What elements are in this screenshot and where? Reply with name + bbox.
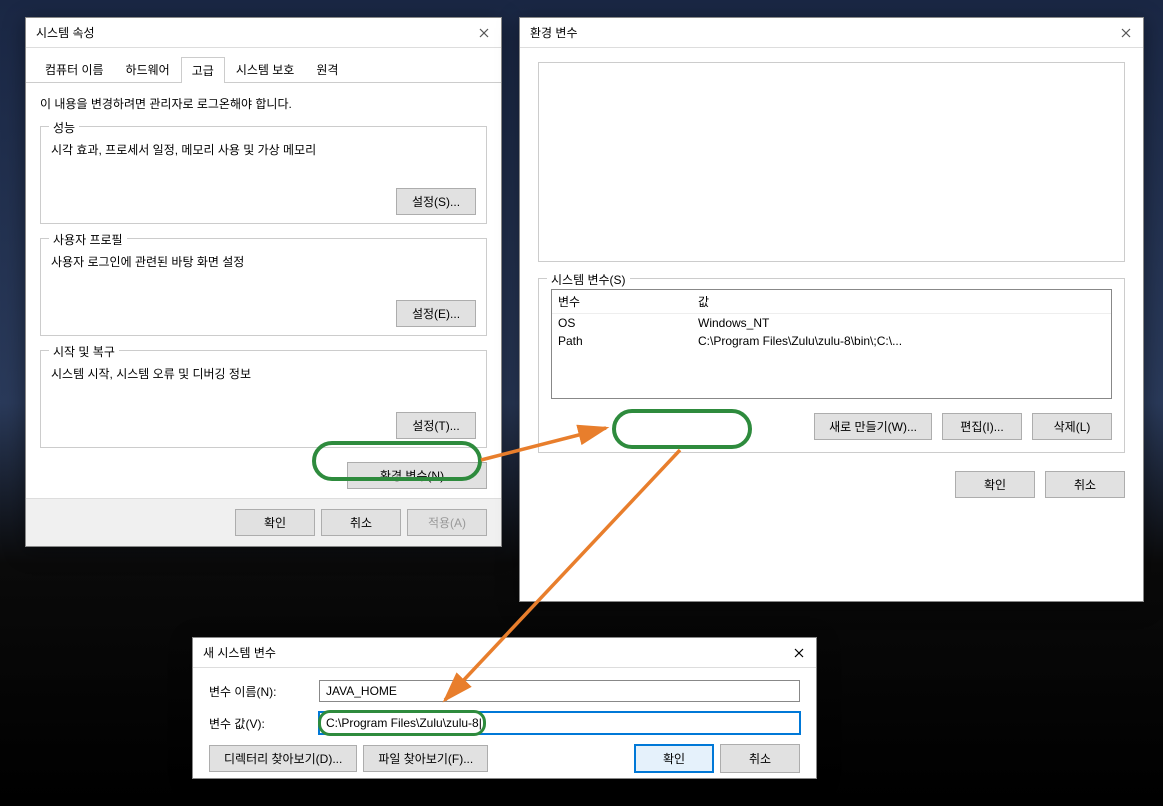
cancel-button[interactable]: 취소 [321, 509, 401, 536]
tab-remote[interactable]: 원격 [305, 56, 349, 82]
close-icon[interactable] [790, 644, 808, 662]
envvars-content: 시스템 변수(S) 변수 값 OS Windows_NT Path C:\Pro… [520, 48, 1143, 512]
window-title: 시스템 속성 [36, 24, 95, 41]
col-variable: 변수 [552, 290, 692, 313]
variable-name-row: 변수 이름(N): [209, 680, 800, 702]
startup-group: 시작 및 복구 시스템 시작, 시스템 오류 및 디버깅 정보 설정(T)... [40, 350, 487, 448]
ok-button[interactable]: 확인 [634, 744, 714, 773]
tab-content: 이 내용을 변경하려면 관리자로 로그온해야 합니다. 성능 시각 효과, 프로… [26, 83, 501, 501]
performance-settings-button[interactable]: 설정(S)... [396, 188, 476, 215]
new-system-variable-window: 새 시스템 변수 변수 이름(N): 변수 값(V): 디렉터리 찾아보기(D)… [192, 637, 817, 779]
variable-value-label: 변수 값(V): [209, 715, 319, 732]
new-variable-button[interactable]: 새로 만들기(W)... [814, 413, 932, 440]
system-properties-window: 시스템 속성 컴퓨터 이름 하드웨어 고급 시스템 보호 원격 이 내용을 변경… [25, 17, 502, 547]
system-variables-label: 시스템 변수(S) [547, 271, 630, 288]
dialog-footer: 확인 취소 적용(A) [26, 498, 501, 546]
cell-val: Windows_NT [692, 314, 1111, 332]
cell-var: Path [552, 332, 692, 350]
cell-var: OS [552, 314, 692, 332]
profiles-desc: 사용자 로그인에 관련된 바탕 화면 설정 [51, 253, 476, 270]
environment-variables-button[interactable]: 환경 변수(N)... [347, 462, 487, 489]
titlebar: 새 시스템 변수 [193, 638, 816, 668]
titlebar: 환경 변수 [520, 18, 1143, 48]
performance-group: 성능 시각 효과, 프로세서 일정, 메모리 사용 및 가상 메모리 설정(S)… [40, 126, 487, 224]
variable-name-label: 변수 이름(N): [209, 683, 319, 700]
variable-value-input[interactable] [319, 712, 800, 734]
profiles-label: 사용자 프로필 [49, 231, 127, 248]
apply-button[interactable]: 적용(A) [407, 509, 487, 536]
variable-name-input[interactable] [319, 680, 800, 702]
cancel-button[interactable]: 취소 [720, 744, 800, 773]
performance-label: 성능 [49, 119, 79, 136]
ok-button[interactable]: 확인 [955, 471, 1035, 498]
startup-settings-button[interactable]: 설정(T)... [396, 412, 476, 439]
startup-desc: 시스템 시작, 시스템 오류 및 디버깅 정보 [51, 365, 476, 382]
col-value: 값 [692, 290, 1111, 313]
system-variables-group: 시스템 변수(S) 변수 값 OS Windows_NT Path C:\Pro… [538, 278, 1125, 453]
variable-value-row: 변수 값(V): [209, 712, 800, 734]
list-header: 변수 값 [552, 290, 1111, 314]
window-title: 환경 변수 [530, 24, 578, 41]
list-row[interactable]: Path C:\Program Files\Zulu\zulu-8\bin\;C… [552, 332, 1111, 350]
newvar-content: 변수 이름(N): 변수 값(V): 디렉터리 찾아보기(D)... 파일 찾아… [193, 668, 816, 783]
ok-button[interactable]: 확인 [235, 509, 315, 536]
titlebar: 시스템 속성 [26, 18, 501, 48]
browse-directory-button[interactable]: 디렉터리 찾아보기(D)... [209, 745, 357, 772]
tab-advanced[interactable]: 고급 [181, 57, 225, 83]
environment-variables-window: 환경 변수 시스템 변수(S) 변수 값 OS Windows_NT Path … [519, 17, 1144, 602]
performance-desc: 시각 효과, 프로세서 일정, 메모리 사용 및 가상 메모리 [51, 141, 476, 158]
tab-system-protection[interactable]: 시스템 보호 [225, 56, 306, 82]
list-row[interactable]: OS Windows_NT [552, 314, 1111, 332]
close-icon[interactable] [475, 24, 493, 42]
profiles-group: 사용자 프로필 사용자 로그인에 관련된 바탕 화면 설정 설정(E)... [40, 238, 487, 336]
window-title: 새 시스템 변수 [203, 644, 276, 661]
cancel-button[interactable]: 취소 [1045, 471, 1125, 498]
system-variables-list[interactable]: 변수 값 OS Windows_NT Path C:\Program Files… [551, 289, 1112, 399]
browse-file-button[interactable]: 파일 찾아보기(F)... [363, 745, 488, 772]
edit-variable-button[interactable]: 편집(I)... [942, 413, 1022, 440]
tab-hardware[interactable]: 하드웨어 [115, 56, 181, 82]
startup-label: 시작 및 복구 [49, 343, 119, 360]
tab-computer-name[interactable]: 컴퓨터 이름 [34, 56, 115, 82]
tabs: 컴퓨터 이름 하드웨어 고급 시스템 보호 원격 [26, 48, 501, 83]
admin-notice: 이 내용을 변경하려면 관리자로 로그온해야 합니다. [40, 95, 487, 112]
cell-val: C:\Program Files\Zulu\zulu-8\bin\;C:\... [692, 332, 1111, 350]
user-variables-placeholder [538, 62, 1125, 262]
delete-variable-button[interactable]: 삭제(L) [1032, 413, 1112, 440]
close-icon[interactable] [1117, 24, 1135, 42]
profiles-settings-button[interactable]: 설정(E)... [396, 300, 476, 327]
